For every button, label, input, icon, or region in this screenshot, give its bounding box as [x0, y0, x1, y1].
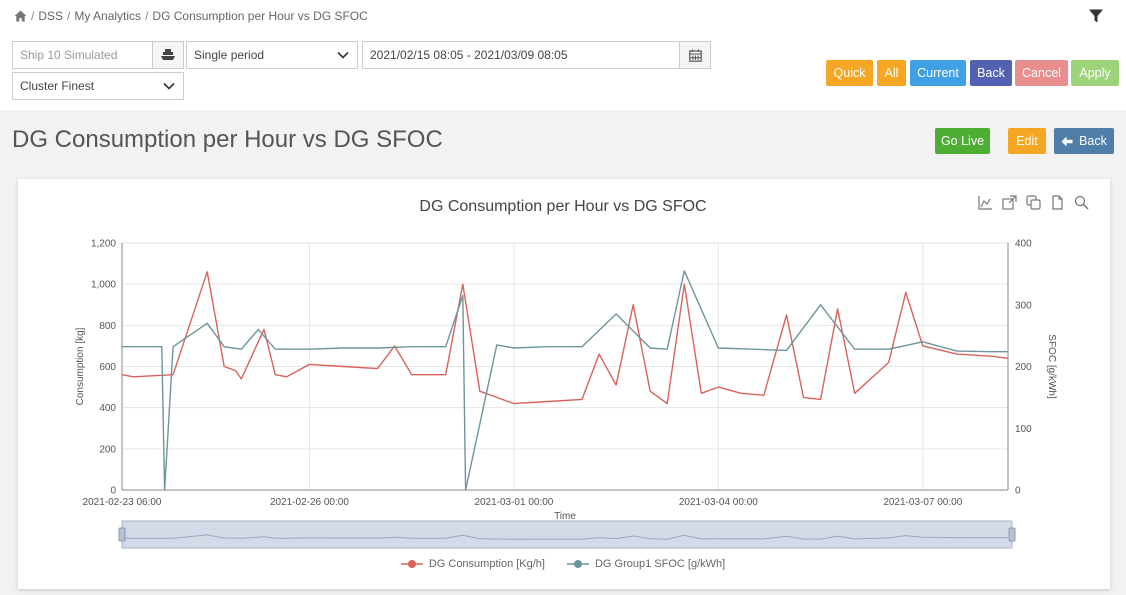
legend-item-consumption[interactable]: DG Consumption [Kg/h] [400, 558, 545, 570]
y-left-tick-label: 1,200 [91, 239, 116, 250]
zoom-slider-track [121, 520, 1013, 549]
x-axis-title: Time [554, 511, 576, 522]
zoom-handle-right[interactable] [1008, 527, 1016, 542]
legend-symbol-consumption [400, 560, 423, 568]
y-right-tick-label: 0 [1015, 486, 1021, 497]
y-right-tick-label: 400 [1015, 239, 1032, 250]
x-tick-label: 2021-02-26 00:00 [270, 497, 349, 508]
y-left-tick-label: 0 [110, 486, 116, 497]
y-left-tick-label: 800 [99, 321, 116, 332]
y-right-tick-label: 200 [1015, 362, 1032, 373]
chart-canvas: 0 200 400 600 800 1,000 1,200 0 100 200 300 400 2021… [75, 239, 1057, 549]
x-tick-label: 2021-03-07 00:00 [883, 497, 962, 508]
y-left-axis-title: Consumption [kg] [75, 327, 86, 405]
legend-label-sfoc: DG Group1 SFOC [g/kWh] [594, 558, 726, 570]
legend-symbol-sfoc [566, 560, 589, 568]
series-line-sfoc [122, 270, 1008, 491]
y-right-tick-label: 100 [1015, 424, 1032, 435]
zoom-handle-left[interactable] [118, 527, 126, 542]
y-left-tick-label: 1,000 [91, 280, 116, 291]
y-left-tick-label: 400 [99, 403, 116, 414]
legend-label-consumption: DG Consumption [Kg/h] [428, 558, 545, 570]
y-left-tick-label: 200 [99, 444, 116, 455]
chart-legend: DG Consumption [Kg/h] DG Group1 SFOC [g/… [0, 558, 1126, 570]
legend-item-sfoc[interactable]: DG Group1 SFOC [g/kWh] [566, 558, 726, 570]
series-line-consumption [121, 271, 1009, 405]
x-tick-label: 2021-03-04 00:00 [679, 497, 758, 508]
y-left-tick-label: 600 [99, 362, 116, 373]
x-tick-label: 2021-02-23 06:00 [83, 497, 162, 508]
y-right-tick-label: 300 [1015, 300, 1032, 311]
y-right-axis-title: SFOC [g/kWh] [1046, 334, 1057, 399]
x-tick-label: 2021-03-01 00:00 [474, 497, 553, 508]
